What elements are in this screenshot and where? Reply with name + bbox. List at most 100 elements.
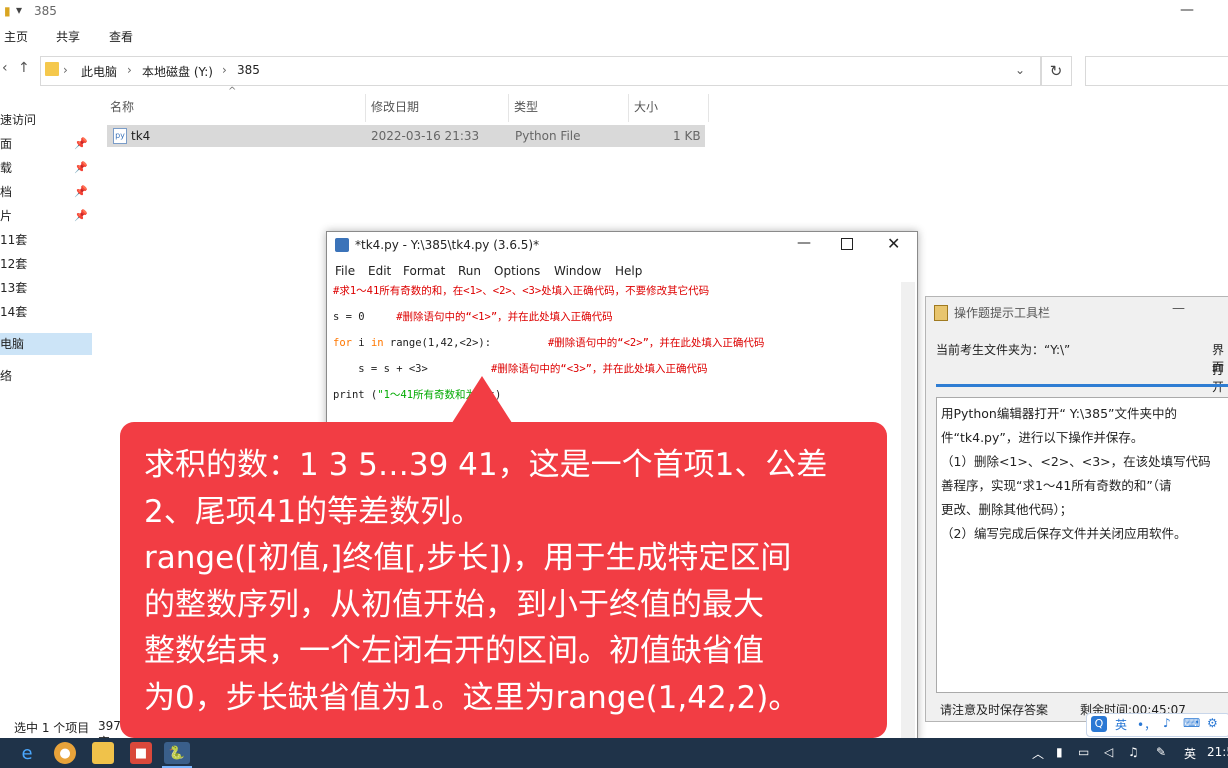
- column-type[interactable]: 类型: [514, 98, 538, 115]
- column-size[interactable]: 大小: [634, 98, 658, 115]
- menu-run[interactable]: Run: [458, 264, 481, 278]
- volume-icon[interactable]: ◁: [1104, 745, 1113, 759]
- sidebar-item-12[interactable]: 12套: [0, 253, 92, 275]
- menu-edit[interactable]: Edit: [368, 264, 391, 278]
- sidebar-item-network[interactable]: 络: [0, 365, 92, 387]
- tab-home[interactable]: 主页: [4, 28, 28, 45]
- ribbon-tabs: 主页 共享 查看: [0, 24, 1228, 48]
- pin-icon: 📌: [74, 209, 88, 222]
- pin-icon: 📌: [74, 137, 88, 150]
- navigation-pane: 速访问 面 📌 载 📌 档 📌 片 📌 11套 12套 13套 14套 电脑 络: [0, 100, 92, 718]
- folder-icon: ▮: [4, 4, 11, 18]
- file-row[interactable]: py tk4 2022-03-16 21:33 Python File 1 KB: [107, 125, 705, 147]
- address-input[interactable]: › 此电脑 › 本地磁盘 (Y:) › 385 ⌄: [40, 56, 1042, 86]
- task-line-4: 善程序，实现“求1～41所有奇数的和”（请: [941, 478, 1172, 493]
- sidebar-item-downloads[interactable]: 载 📌: [0, 157, 92, 179]
- ime-toolbar: Q 英 •， ♪ ⌨ ⚙: [1086, 713, 1228, 737]
- menu-options[interactable]: Options: [494, 264, 540, 278]
- menu-help[interactable]: Help: [615, 264, 642, 278]
- file-type: Python File: [515, 129, 581, 143]
- menu-file[interactable]: File: [335, 264, 355, 278]
- python-idle-icon[interactable]: 🐍: [164, 742, 190, 764]
- back-arrow-icon[interactable]: ‹: [2, 60, 8, 76]
- sidebar-item-quick-access[interactable]: 速访问: [0, 109, 92, 131]
- callout-line-1: 求积的数：1 3 5…39 41，这是一个首项1、公差: [144, 447, 828, 483]
- close-button[interactable]: ✕: [887, 234, 900, 253]
- search-input[interactable]: [1085, 56, 1228, 86]
- breadcrumb-folder[interactable]: 385: [237, 63, 260, 77]
- menu-window[interactable]: Window: [554, 264, 601, 278]
- code-line-2: s = 0 #删除语句中的“<1>”，并在此处填入正确代码: [333, 311, 613, 323]
- sidebar-item-documents[interactable]: 档 📌: [0, 181, 92, 203]
- edge-icon[interactable]: e: [16, 742, 38, 764]
- file-explorer-icon[interactable]: [92, 742, 114, 764]
- save-reminder: 请注意及时保存答案: [940, 703, 1049, 717]
- tray-language[interactable]: 英: [1184, 745, 1196, 762]
- idle-menu-bar: File Edit Format Run Options Window Help: [327, 262, 917, 282]
- refresh-button[interactable]: ↻: [1040, 56, 1072, 86]
- task-line-1: 用Python编辑器打开“ Y:\385”文件夹中的: [941, 406, 1178, 421]
- task-line-2: 件“tk4.py”，进行以下操作并保存。: [941, 430, 1144, 445]
- sidebar-item-11[interactable]: 11套: [0, 229, 92, 251]
- sidebar-item-14[interactable]: 14套: [0, 301, 92, 323]
- helper-title: 操作题提示工具栏: [954, 306, 1051, 320]
- callout-line-6: 为0，步长缺省值为1。这里为range(1,42,2)。: [144, 679, 800, 716]
- vertical-scrollbar[interactable]: [901, 282, 915, 740]
- code-line-3: for i in range(1,42,<2>): #删除语句中的“<2>”，并…: [333, 337, 765, 349]
- minimize-button[interactable]: —: [797, 235, 811, 251]
- task-line-5: 更改、删除其他代码）；: [941, 502, 1073, 517]
- code-line-1: #求1～41所有奇数的和，在<1>、<2>、<3>处填入正确代码，不要修改其它代…: [333, 285, 710, 297]
- pen-icon[interactable]: ✎: [1156, 745, 1166, 759]
- maximize-button[interactable]: [841, 238, 853, 250]
- chevron-right-icon: ›: [127, 63, 132, 77]
- ime-punct[interactable]: •，: [1137, 716, 1156, 733]
- file-date: 2022-03-16 21:33: [371, 129, 480, 143]
- minimize-button[interactable]: —: [1172, 301, 1185, 316]
- speaker-icon[interactable]: ♫: [1128, 745, 1139, 759]
- up-arrow-icon[interactable]: ↑: [18, 60, 30, 76]
- sidebar-item-pictures[interactable]: 片 📌: [0, 205, 92, 227]
- clock[interactable]: 21:5: [1207, 745, 1228, 759]
- chevron-down-icon[interactable]: ⌄: [1015, 63, 1025, 77]
- mic-icon[interactable]: ♪: [1163, 716, 1171, 730]
- status-selection: 选中 1 个项目: [14, 721, 90, 735]
- breadcrumb-this-pc[interactable]: 此电脑: [81, 63, 117, 80]
- sidebar-item-13[interactable]: 13套: [0, 277, 92, 299]
- folder-icon: [45, 62, 59, 76]
- idle-title: *tk4.py - Y:\385\tk4.py (3.6.5)*: [355, 238, 540, 252]
- progress-divider: [936, 384, 1228, 387]
- recorder-icon[interactable]: ■: [130, 742, 152, 764]
- chrome-icon[interactable]: ●: [54, 742, 76, 764]
- ime-mode[interactable]: 英: [1115, 716, 1127, 733]
- callout-line-2: 2、尾项41的等差数列。: [144, 493, 483, 530]
- keyboard-icon[interactable]: ⌨: [1183, 716, 1200, 730]
- chevron-right-icon: ›: [222, 63, 227, 77]
- column-date[interactable]: 修改日期: [371, 98, 419, 115]
- callout-line-5: 整数结束，一个左闭右开的区间。初值缺省值: [144, 633, 764, 669]
- tab-share[interactable]: 共享: [56, 28, 80, 45]
- quick-access-dropdown-icon[interactable]: ▾: [16, 3, 22, 17]
- breadcrumb-drive[interactable]: 本地磁盘 (Y:): [142, 63, 213, 80]
- helper-side-link-2[interactable]: 打开: [1212, 361, 1228, 395]
- sidebar-item-desktop[interactable]: 面 📌: [0, 133, 92, 155]
- callout-line-3: range([初值,]终值[,步长])，用于生成特定区间: [144, 540, 792, 576]
- current-folder-label: 当前考生文件夹为：“Y:\”: [936, 343, 1071, 357]
- explanation-callout: 求积的数：1 3 5…39 41，这是一个首项1、公差 2、尾项41的等差数列。…: [120, 422, 887, 738]
- minimize-button[interactable]: —: [1180, 2, 1194, 18]
- address-bar-row: ‹ ↑ › 此电脑 › 本地磁盘 (Y:) › 385 ⌄ ↻: [0, 54, 1228, 86]
- sidebar-item-this-pc[interactable]: 电脑: [0, 333, 92, 355]
- network-icon[interactable]: ▭: [1078, 745, 1089, 759]
- ime-logo-icon: Q: [1091, 716, 1107, 732]
- chevron-up-icon[interactable]: ︿: [1032, 745, 1044, 762]
- column-name[interactable]: 名称: [110, 98, 134, 115]
- tab-view[interactable]: 查看: [109, 28, 133, 45]
- settings-icon[interactable]: ⚙: [1207, 716, 1218, 730]
- sort-up-icon: ^: [228, 86, 237, 97]
- menu-format[interactable]: Format: [403, 264, 445, 278]
- battery-icon: ▮: [1056, 745, 1063, 759]
- exam-helper-panel: 操作题提示工具栏 — 当前考生文件夹为：“Y:\” 界面 打开 用Python编…: [925, 296, 1228, 722]
- callout-pointer: [450, 376, 514, 426]
- task-description: 用Python编辑器打开“ Y:\385”文件夹中的 件“tk4.py”，进行以…: [936, 397, 1228, 693]
- task-line-3: （1）删除<1>、<2>、<3>，在该处填写代码: [941, 454, 1211, 469]
- callout-text: 求积的数：1 3 5…39 41，这是一个首项1、公差 2、尾项41的等差数列。…: [144, 442, 874, 721]
